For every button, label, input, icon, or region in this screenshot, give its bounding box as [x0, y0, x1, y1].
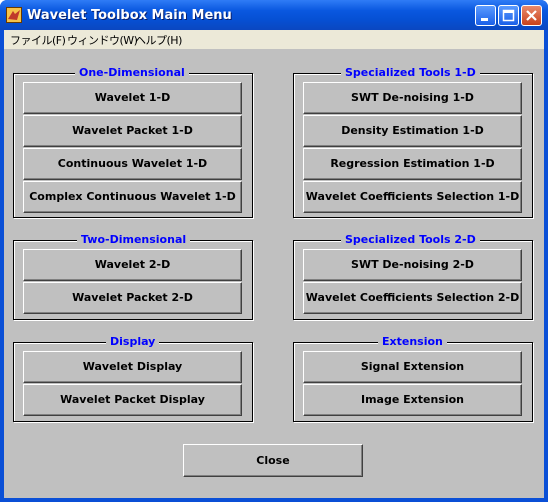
group-title: Extension — [378, 335, 447, 348]
matlab-logo-icon — [6, 7, 22, 23]
continuous-wavelet-1d-button[interactable]: Continuous Wavelet 1-D — [23, 148, 242, 180]
group-title: Two-Dimensional — [77, 233, 191, 246]
wavelet-1d-button[interactable]: Wavelet 1-D — [23, 82, 242, 114]
swt-denoising-2d-button[interactable]: SWT De-noising 2-D — [303, 249, 522, 281]
menu-window[interactable]: ウィンドウ(W) — [67, 32, 138, 48]
signal-extension-button[interactable]: Signal Extension — [303, 351, 522, 383]
menu-help[interactable]: ヘルプ(H) — [135, 32, 182, 48]
group-display: Display Wavelet Display Wavelet Packet D… — [13, 335, 253, 422]
group-title: Specialized Tools 2-D — [341, 233, 480, 246]
group-title: Display — [106, 335, 160, 348]
group-title: Specialized Tools 1-D — [341, 66, 480, 79]
menu-file[interactable]: ファイル(F) — [10, 32, 66, 48]
window-title: Wavelet Toolbox Main Menu — [27, 8, 232, 23]
image-extension-button[interactable]: Image Extension — [303, 384, 522, 416]
app-window: Wavelet Toolbox Main Menu ファイル(F) ウィンドウ(… — [0, 0, 548, 502]
group-title: One-Dimensional — [75, 66, 189, 79]
wavelet-display-button[interactable]: Wavelet Display — [23, 351, 242, 383]
group-extension: Extension Signal Extension Image Extensi… — [293, 335, 533, 422]
close-window-button[interactable] — [521, 5, 542, 26]
regression-estimation-1d-button[interactable]: Regression Estimation 1-D — [303, 148, 522, 180]
main-panel: One-Dimensional Wavelet 1-D Wavelet Pack… — [4, 49, 544, 498]
wavelet-coefficients-selection-2d-button[interactable]: Wavelet Coefficients Selection 2-D — [303, 282, 522, 314]
group-one-dimensional: One-Dimensional Wavelet 1-D Wavelet Pack… — [13, 66, 253, 218]
density-estimation-1d-button[interactable]: Density Estimation 1-D — [303, 115, 522, 147]
group-specialized-tools-2d: Specialized Tools 2-D SWT De-noising 2-D… — [293, 233, 533, 320]
menu-bar: ファイル(F) ウィンドウ(W) ヘルプ(H) — [4, 30, 544, 49]
wavelet-packet-1d-button[interactable]: Wavelet Packet 1-D — [23, 115, 242, 147]
wavelet-packet-2d-button[interactable]: Wavelet Packet 2-D — [23, 282, 242, 314]
group-two-dimensional: Two-Dimensional Wavelet 2-D Wavelet Pack… — [13, 233, 253, 320]
client-area: ファイル(F) ウィンドウ(W) ヘルプ(H) One-Dimensional … — [4, 30, 544, 498]
minimize-button[interactable] — [475, 5, 496, 26]
wavelet-2d-button[interactable]: Wavelet 2-D — [23, 249, 242, 281]
maximize-button[interactable] — [498, 5, 519, 26]
wavelet-coefficients-selection-1d-button[interactable]: Wavelet Coefficients Selection 1-D — [303, 181, 522, 213]
wavelet-packet-display-button[interactable]: Wavelet Packet Display — [23, 384, 242, 416]
group-specialized-tools-1d: Specialized Tools 1-D SWT De-noising 1-D… — [293, 66, 533, 218]
complex-continuous-wavelet-1d-button[interactable]: Complex Continuous Wavelet 1-D — [23, 181, 242, 213]
title-bar[interactable]: Wavelet Toolbox Main Menu — [0, 0, 548, 30]
close-button[interactable]: Close — [183, 444, 363, 477]
swt-denoising-1d-button[interactable]: SWT De-noising 1-D — [303, 82, 522, 114]
